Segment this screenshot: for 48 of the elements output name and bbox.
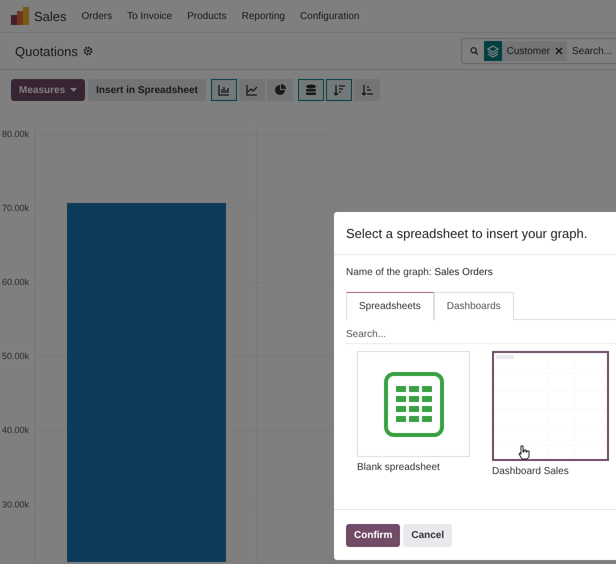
tab[interactable]: Spreadsheets: [346, 292, 434, 320]
tab[interactable]: Dashboards: [434, 292, 514, 320]
stack-icon: [304, 84, 317, 96]
axis-tick-label: 80.00k: [2, 129, 30, 140]
bar-chart-icon: [218, 84, 230, 96]
spreadsheet-name: Dashboard Sales: [492, 466, 570, 477]
layers-icon: [484, 41, 502, 61]
descending-button[interactable]: [326, 79, 352, 101]
caret-icon: [70, 88, 78, 92]
stacked-button[interactable]: [298, 79, 324, 101]
page-title: Quotations: [15, 44, 78, 58]
app-logo-icon[interactable]: [11, 7, 29, 25]
dialog-title: Select a spreadsheet to insert your graph.: [346, 226, 588, 240]
menu-item[interactable]: Configuration: [300, 10, 360, 22]
axis-tick-label: 30.00k: [2, 499, 30, 510]
axis-tick-label: 50.00k: [2, 351, 30, 362]
close-icon[interactable]: [555, 47, 563, 55]
search-icon: [470, 45, 479, 57]
graph-name-label: Name of the graph:: [346, 267, 432, 278]
search-field[interactable]: Customer Search...: [461, 38, 616, 64]
menu-item[interactable]: Orders: [82, 10, 112, 22]
search-input[interactable]: Search...: [572, 46, 616, 56]
axis-tick-label: 60.00k: [2, 277, 30, 288]
axis-tick-label: 40.00k: [2, 425, 30, 436]
blank-spreadsheet-thumbnail[interactable]: [357, 351, 470, 457]
ascending-button[interactable]: [354, 79, 380, 101]
spreadsheet-icon: [384, 372, 444, 436]
menu-item[interactable]: Products: [187, 10, 227, 22]
menu-item[interactable]: To Invoice: [127, 10, 172, 22]
menu-item[interactable]: Reporting: [242, 10, 285, 22]
graph-name-value: Sales Orders: [434, 267, 493, 278]
settings-icon[interactable]: [82, 46, 93, 56]
cancel-button[interactable]: Cancel: [403, 524, 452, 546]
axis-tick-label: 70.00k: [2, 203, 30, 214]
pie-chart-icon: [274, 84, 286, 96]
line-chart-button[interactable]: [238, 79, 265, 101]
line-chart-icon: [246, 84, 258, 96]
pie-chart-button[interactable]: [266, 79, 293, 101]
sort-icon: [360, 84, 373, 96]
facet-label: Customer: [506, 46, 550, 56]
hand-cursor-icon: [518, 445, 530, 460]
confirm-button[interactable]: Confirm: [346, 524, 400, 546]
bar-chart-button[interactable]: [210, 79, 237, 101]
app-name[interactable]: Sales: [34, 8, 67, 24]
sort-icon: [332, 84, 345, 96]
measures-button[interactable]: Measures: [11, 79, 86, 101]
insert-spreadsheet-button[interactable]: Insert in Spreadsheet: [88, 79, 206, 101]
spreadsheet-name: Blank spreadsheet: [357, 462, 441, 473]
